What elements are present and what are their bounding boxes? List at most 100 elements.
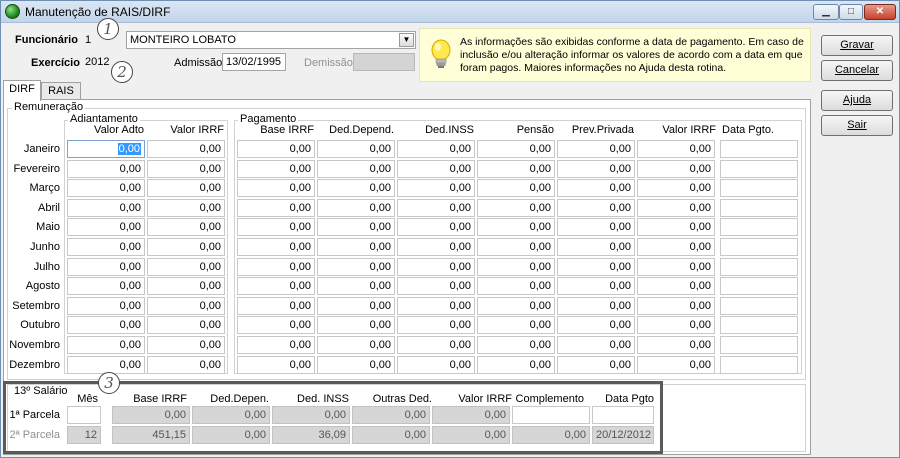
value-cell[interactable]: 0,00 xyxy=(67,160,145,178)
value-cell[interactable] xyxy=(720,316,798,334)
value-cell[interactable] xyxy=(720,297,798,315)
value-cell[interactable]: 0,00 xyxy=(317,160,395,178)
value-cell[interactable] xyxy=(720,277,798,295)
gravar-button[interactable]: Gravar xyxy=(821,35,893,56)
value-cell[interactable]: 0,00 xyxy=(317,179,395,197)
value-cell[interactable]: 0,00 xyxy=(477,336,555,354)
value-cell[interactable]: 0,00 xyxy=(147,238,225,256)
value-cell[interactable]: 0,00 xyxy=(237,238,315,256)
value-cell[interactable]: 0,00 xyxy=(67,277,145,295)
value-cell[interactable]: 0,00 xyxy=(477,179,555,197)
value-cell[interactable]: 0,00 xyxy=(237,258,315,276)
value-cell[interactable]: 0,00 xyxy=(147,356,225,374)
dropdown-button[interactable]: ▼ xyxy=(399,33,414,47)
value-cell[interactable]: 0,00 xyxy=(147,160,225,178)
value-cell[interactable]: 0,00 xyxy=(317,277,395,295)
value-cell[interactable]: 0,00 xyxy=(637,258,715,276)
value-cell[interactable]: 0,00 xyxy=(237,218,315,236)
value-cell[interactable]: 0,00 xyxy=(637,297,715,315)
value-cell[interactable]: 0,00 xyxy=(237,297,315,315)
value-cell[interactable]: 0,00 xyxy=(317,218,395,236)
cancelar-button[interactable]: Cancelar xyxy=(821,60,893,81)
value-cell[interactable]: 0,00 xyxy=(67,258,145,276)
value-cell[interactable]: 0,00 xyxy=(477,356,555,374)
minimize-button[interactable]: ▁ xyxy=(813,4,839,20)
value-cell[interactable]: 0,00 xyxy=(237,316,315,334)
value-cell[interactable]: 0,00 xyxy=(477,140,555,158)
value-cell[interactable]: 0,00 xyxy=(67,238,145,256)
value-cell[interactable]: 0,00 xyxy=(317,316,395,334)
value-cell[interactable] xyxy=(720,238,798,256)
value-cell[interactable]: 0,00 xyxy=(477,297,555,315)
value-cell[interactable]: 0,00 xyxy=(397,258,475,276)
close-button[interactable]: ✕ xyxy=(864,4,896,20)
value-cell[interactable]: 0,00 xyxy=(67,297,145,315)
value-cell[interactable]: 0,00 xyxy=(557,277,635,295)
value-cell[interactable]: 0,00 xyxy=(147,179,225,197)
value-cell[interactable] xyxy=(720,336,798,354)
value-cell[interactable]: 0,00 xyxy=(637,277,715,295)
value-cell[interactable]: 0,00 xyxy=(637,238,715,256)
sair-button[interactable]: Sair xyxy=(821,115,893,136)
value-cell[interactable]: 0,00 xyxy=(397,336,475,354)
value-cell[interactable]: 0,00 xyxy=(237,336,315,354)
value-cell[interactable]: 0,00 xyxy=(477,160,555,178)
value-cell[interactable]: 0,00 xyxy=(67,179,145,197)
funcionario-select[interactable]: MONTEIRO LOBATO ▼ xyxy=(126,31,416,49)
value-cell[interactable]: 0,00 xyxy=(637,218,715,236)
value-cell[interactable]: 0,00 xyxy=(637,160,715,178)
value-cell[interactable]: 0,00 xyxy=(557,199,635,217)
value-cell[interactable]: 0,00 xyxy=(557,160,635,178)
value-cell[interactable]: 0,00 xyxy=(237,199,315,217)
value-cell[interactable]: 0,00 xyxy=(237,277,315,295)
value-cell[interactable]: 0,00 xyxy=(147,316,225,334)
value-cell[interactable]: 0,00 xyxy=(397,238,475,256)
value-cell[interactable]: 0,00 xyxy=(317,258,395,276)
tab-dirf[interactable]: DIRF xyxy=(3,80,41,101)
tab-rais[interactable]: RAIS xyxy=(41,82,81,100)
value-cell[interactable]: 0,00 xyxy=(557,336,635,354)
value-cell[interactable]: 0,00 xyxy=(67,336,145,354)
admissao-field[interactable]: 13/02/1995 xyxy=(222,53,286,71)
value-cell[interactable]: 0,00 xyxy=(397,179,475,197)
value-cell[interactable]: 0,00 xyxy=(67,218,145,236)
value-cell[interactable]: 0,00 xyxy=(317,199,395,217)
value-cell[interactable] xyxy=(720,160,798,178)
value-cell[interactable]: 0,00 xyxy=(67,316,145,334)
value-cell[interactable]: 0,00 xyxy=(477,238,555,256)
value-cell[interactable]: 0,00 xyxy=(557,179,635,197)
value-cell[interactable] xyxy=(720,179,798,197)
value-cell[interactable]: 0,00 xyxy=(147,218,225,236)
value-cell[interactable]: 0,00 xyxy=(317,140,395,158)
value-cell[interactable]: 0,00 xyxy=(397,140,475,158)
value-cell[interactable]: 0,00 xyxy=(637,179,715,197)
value-cell[interactable]: 0,00 xyxy=(147,297,225,315)
value-cell[interactable] xyxy=(720,199,798,217)
value-cell[interactable]: 0,00 xyxy=(147,140,225,158)
value-cell[interactable]: 0,00 xyxy=(557,316,635,334)
value-cell[interactable]: 0,00 xyxy=(237,140,315,158)
ajuda-button[interactable]: Ajuda xyxy=(821,90,893,111)
value-cell[interactable]: 0,00 xyxy=(557,356,635,374)
value-cell[interactable]: 0,00 xyxy=(477,316,555,334)
value-cell[interactable]: 0,00 xyxy=(397,160,475,178)
value-cell[interactable]: 0,00 xyxy=(237,160,315,178)
value-cell[interactable]: 0,00 xyxy=(557,258,635,276)
value-cell[interactable]: 0,00 xyxy=(557,140,635,158)
value-cell[interactable] xyxy=(720,258,798,276)
value-cell[interactable]: 0,00 xyxy=(147,199,225,217)
value-cell[interactable] xyxy=(720,140,798,158)
value-cell[interactable]: 0,00 xyxy=(397,199,475,217)
value-cell[interactable]: 0,00 xyxy=(317,238,395,256)
value-cell[interactable]: 0,00 xyxy=(637,140,715,158)
value-cell[interactable]: 0,00 xyxy=(557,238,635,256)
value-cell[interactable]: 0,00 xyxy=(397,277,475,295)
value-cell[interactable]: 0,00 xyxy=(147,336,225,354)
value-cell[interactable]: 0,00 xyxy=(637,356,715,374)
value-cell[interactable]: 0,00 xyxy=(477,199,555,217)
value-cell[interactable]: 0,00 xyxy=(477,258,555,276)
value-cell[interactable]: 0,00 xyxy=(317,336,395,354)
value-cell[interactable]: 0,00 xyxy=(557,218,635,236)
value-cell[interactable]: 0,00 xyxy=(237,179,315,197)
value-cell[interactable]: 0,00 xyxy=(637,316,715,334)
